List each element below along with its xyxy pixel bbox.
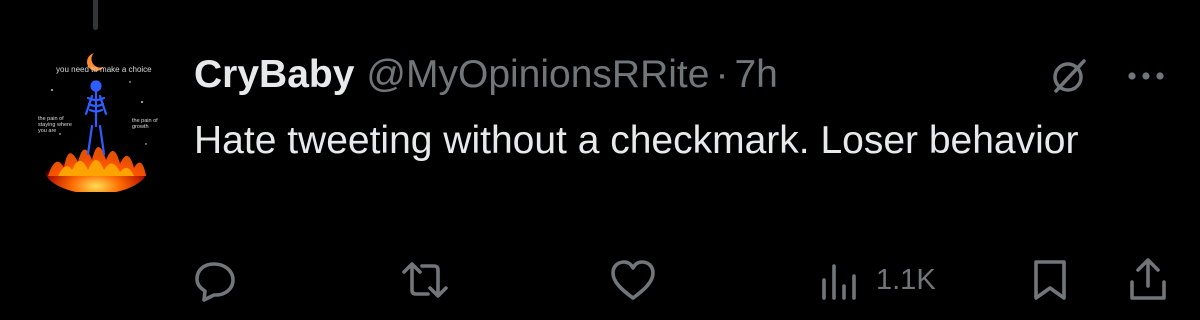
bookmark-button[interactable] xyxy=(1028,256,1072,304)
views-bars-icon xyxy=(822,264,856,300)
bookmark-icon xyxy=(1034,260,1066,300)
retweet-button[interactable] xyxy=(400,256,450,304)
like-button[interactable] xyxy=(608,256,658,304)
thread-connector-line xyxy=(93,0,98,30)
reply-bubble-icon xyxy=(195,262,235,302)
tweet-body-text: Hate tweeting without a checkmark. Loser… xyxy=(194,119,1079,162)
share-upload-icon xyxy=(1130,258,1166,300)
tweet-timestamp[interactable]: 7h xyxy=(734,50,777,100)
reply-button[interactable] xyxy=(192,256,240,304)
tweet-header: CryBaby @MyOpinionsRRite · 7h xyxy=(194,50,778,100)
display-name[interactable]: CryBaby xyxy=(194,50,354,100)
user-handle[interactable]: @MyOpinionsRRite xyxy=(366,50,709,100)
share-button[interactable] xyxy=(1126,256,1170,304)
heart-icon xyxy=(611,260,655,300)
retweet-arrows-icon xyxy=(402,262,448,298)
views-button[interactable]: 1.1K xyxy=(818,256,936,304)
more-dots-icon[interactable] xyxy=(1124,62,1168,90)
grok-slash-circle-icon[interactable] xyxy=(1048,55,1090,97)
avatar-right-caption: the pain of growth xyxy=(132,118,158,131)
avatar-left-caption: the pain of staying where you are xyxy=(38,116,72,135)
avatar[interactable]: you need to make a choice the pain of st… xyxy=(34,42,158,192)
avatar-title-text: you need to make a choice xyxy=(56,65,152,74)
views-count: 1.1K xyxy=(876,264,936,296)
header-separator: · xyxy=(715,53,729,96)
